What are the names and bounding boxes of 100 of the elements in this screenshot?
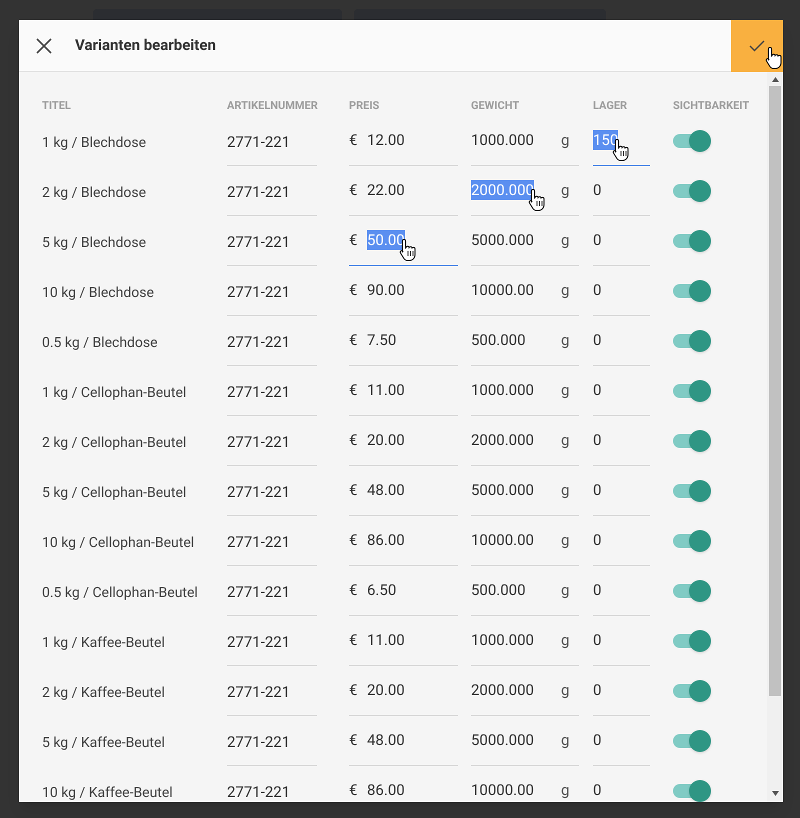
unit-label: g — [561, 230, 570, 251]
sku-field[interactable]: 2771-221 — [227, 333, 290, 351]
visibility-toggle[interactable] — [673, 332, 711, 350]
currency-symbol: € — [349, 230, 358, 250]
currency-symbol: € — [349, 530, 358, 550]
weight-field[interactable]: 1000.000 — [471, 630, 534, 650]
close-icon — [36, 38, 52, 54]
visibility-toggle[interactable] — [673, 232, 711, 250]
stock-field[interactable]: 0 — [593, 430, 602, 450]
price-field[interactable]: 90.00 — [367, 280, 405, 300]
price-field[interactable]: 6.50 — [367, 580, 396, 600]
sku-field[interactable]: 2771-221 — [227, 383, 290, 401]
sku-field[interactable]: 2771-221 — [227, 233, 290, 251]
variant-title: 10 kg / Cellophan-Beutel — [42, 535, 194, 551]
variant-title: 1 kg / Kaffee-Beutel — [42, 635, 165, 651]
stock-field[interactable]: 0 — [593, 180, 602, 200]
weight-field[interactable]: 10000.00 — [471, 530, 534, 550]
visibility-toggle[interactable] — [673, 782, 711, 800]
column-header: TITEL — [42, 99, 71, 112]
variant-title: 2 kg / Cellophan-Beutel — [42, 435, 186, 451]
variant-title: 1 kg / Cellophan-Beutel — [42, 385, 186, 401]
variant-title: 10 kg / Kaffee-Beutel — [42, 785, 173, 801]
weight-field[interactable]: 10000.00 — [471, 280, 534, 300]
confirm-button[interactable] — [731, 20, 783, 72]
visibility-toggle[interactable] — [673, 482, 711, 500]
weight-field[interactable]: 5000.000 — [471, 480, 534, 500]
scrollbar[interactable] — [767, 72, 783, 802]
weight-field[interactable]: 5000.000 — [471, 730, 534, 750]
stock-field[interactable]: 0 — [593, 530, 602, 550]
variant-title: 5 kg / Kaffee-Beutel — [42, 735, 165, 751]
sku-field[interactable]: 2771-221 — [227, 733, 290, 751]
weight-field[interactable]: 2000.000 — [471, 680, 534, 700]
scrollbar-thumb[interactable] — [769, 86, 781, 696]
check-icon — [749, 40, 765, 52]
currency-symbol: € — [349, 430, 358, 450]
price-field[interactable]: 20.00 — [367, 430, 405, 450]
column-header: PREIS — [349, 99, 380, 112]
sku-field[interactable]: 2771-221 — [227, 283, 290, 301]
stock-field[interactable]: 0 — [593, 330, 602, 350]
price-field[interactable]: 22.00 — [367, 180, 405, 200]
price-field[interactable]: 48.00 — [367, 730, 405, 750]
visibility-toggle[interactable] — [673, 682, 711, 700]
visibility-toggle[interactable] — [673, 582, 711, 600]
stock-field[interactable]: 0 — [593, 230, 602, 250]
stock-field[interactable]: 0 — [593, 680, 602, 700]
weight-field[interactable]: 1000.000 — [471, 130, 534, 150]
sku-field[interactable]: 2771-221 — [227, 533, 290, 551]
visibility-toggle[interactable] — [673, 432, 711, 450]
visibility-toggle[interactable] — [673, 182, 711, 200]
stock-field[interactable]: 0 — [593, 380, 602, 400]
stock-field[interactable]: 0 — [593, 480, 602, 500]
sku-field[interactable]: 2771-221 — [227, 683, 290, 701]
column-header: GEWICHT — [471, 99, 520, 112]
variant-title: 5 kg / Blechdose — [42, 235, 146, 251]
visibility-toggle[interactable] — [673, 382, 711, 400]
column-header: SICHTBARKEIT — [673, 99, 750, 112]
price-field[interactable]: 86.00 — [367, 530, 405, 550]
currency-symbol: € — [349, 630, 358, 650]
stock-field[interactable]: 0 — [593, 730, 602, 750]
unit-label: g — [561, 380, 570, 401]
price-field[interactable]: 12.00 — [367, 130, 405, 150]
column-header: LAGER — [593, 99, 628, 112]
sku-field[interactable]: 2771-221 — [227, 433, 290, 451]
price-field[interactable]: 7.50 — [367, 330, 396, 350]
weight-field[interactable]: 500.000 — [471, 330, 526, 350]
visibility-toggle[interactable] — [673, 282, 711, 300]
scroll-down-arrow-icon[interactable] — [772, 791, 778, 796]
visibility-toggle[interactable] — [673, 532, 711, 550]
variant-title: 0.5 kg / Blechdose — [42, 335, 158, 351]
weight-field[interactable]: 10000.00 — [471, 780, 534, 800]
currency-symbol: € — [349, 180, 358, 200]
sku-field[interactable]: 2771-221 — [227, 133, 290, 151]
visibility-toggle[interactable] — [673, 132, 711, 150]
currency-symbol: € — [349, 280, 358, 300]
price-field[interactable]: 11.00 — [367, 630, 405, 650]
sku-field[interactable]: 2771-221 — [227, 483, 290, 501]
visibility-toggle[interactable] — [673, 732, 711, 750]
sku-field[interactable]: 2771-221 — [227, 583, 290, 601]
stock-field[interactable]: 0 — [593, 580, 602, 600]
scroll-up-arrow-icon[interactable] — [772, 77, 778, 82]
weight-field[interactable]: 2000.000 — [471, 430, 534, 450]
currency-symbol: € — [349, 730, 358, 750]
currency-symbol: € — [349, 380, 358, 400]
sku-field[interactable]: 2771-221 — [227, 183, 290, 201]
sku-field[interactable]: 2771-221 — [227, 783, 290, 801]
weight-field[interactable]: 5000.000 — [471, 230, 534, 250]
price-field[interactable]: 11.00 — [367, 380, 405, 400]
stock-field[interactable]: 0 — [593, 780, 602, 800]
sku-field[interactable]: 2771-221 — [227, 633, 290, 651]
price-field[interactable]: 20.00 — [367, 680, 405, 700]
variant-title: 1 kg / Blechdose — [42, 135, 146, 151]
price-field[interactable]: 48.00 — [367, 480, 405, 500]
stock-field[interactable]: 0 — [593, 280, 602, 300]
unit-label: g — [561, 780, 570, 801]
weight-field[interactable]: 1000.000 — [471, 380, 534, 400]
weight-field[interactable]: 500.000 — [471, 580, 526, 600]
price-field[interactable]: 86.00 — [367, 780, 405, 800]
stock-field[interactable]: 0 — [593, 630, 602, 650]
currency-symbol: € — [349, 130, 358, 150]
visibility-toggle[interactable] — [673, 632, 711, 650]
